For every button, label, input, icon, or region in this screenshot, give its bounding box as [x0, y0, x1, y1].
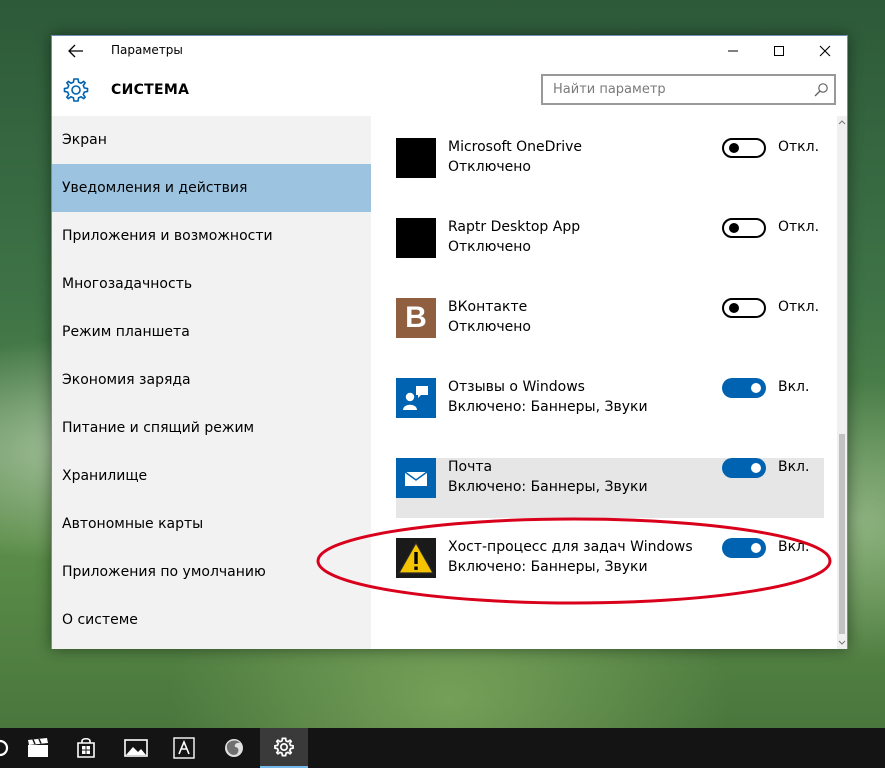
- arrow-left-icon: [68, 44, 83, 58]
- warning-icon: [396, 538, 436, 578]
- app-name: Хост-процесс для задач Windows: [448, 539, 693, 555]
- app-status: Включено: Баннеры, Звуки: [448, 399, 648, 415]
- mail-icon: [396, 458, 436, 498]
- sidebar-item-battery-saver[interactable]: Экономия заряда: [52, 356, 371, 404]
- app-name: ВКонтакте: [448, 299, 528, 315]
- notification-toggle[interactable]: [722, 458, 766, 478]
- sidebar-item-display[interactable]: Экран: [52, 116, 371, 164]
- scroll-down-button[interactable]: [837, 637, 847, 649]
- scrollbar[interactable]: [837, 116, 847, 649]
- toggle-label: Вкл.: [778, 379, 810, 395]
- toggle-label: Вкл.: [778, 539, 810, 555]
- toggle-label: Откл.: [778, 139, 820, 155]
- firefox-icon: [225, 739, 243, 757]
- cortana-circle-icon: [0, 739, 9, 757]
- toggle-label: Вкл.: [778, 459, 810, 475]
- sidebar-item-apps-features[interactable]: Приложения и возможности: [52, 212, 371, 260]
- list-item: Почта Включено: Баннеры, Звуки Вкл.: [396, 458, 824, 518]
- sidebar-item-about[interactable]: О системе: [52, 596, 371, 644]
- back-button[interactable]: [60, 38, 92, 64]
- store-icon: [77, 737, 95, 758]
- notification-toggle[interactable]: [722, 298, 766, 318]
- search-input[interactable]: [543, 76, 793, 103]
- toggle-knob: [729, 223, 739, 233]
- window-title: Параметры: [111, 43, 183, 57]
- settings-window: Параметры СИСТЕМА Экран Уведомле: [51, 35, 848, 649]
- app-status: Отключено: [448, 159, 531, 175]
- settings-header: СИСТЕМА: [52, 66, 847, 116]
- app-status: Включено: Баннеры, Звуки: [448, 479, 648, 495]
- notification-toggle[interactable]: [722, 218, 766, 238]
- sidebar-item-storage[interactable]: Хранилище: [52, 452, 371, 500]
- close-button[interactable]: [802, 36, 848, 66]
- search-icon[interactable]: [813, 82, 829, 98]
- sidebar-item-notifications[interactable]: Уведомления и действия: [52, 164, 371, 212]
- toggle-knob: [751, 383, 761, 393]
- minimize-icon: [728, 50, 738, 52]
- warning-triangle-icon: [397, 541, 435, 574]
- toggle-knob: [751, 463, 761, 473]
- black-square-icon: [396, 138, 436, 178]
- app-name: Почта: [448, 459, 493, 475]
- app-name: Отзывы о Windows: [448, 379, 585, 395]
- notification-toggle[interactable]: [722, 138, 766, 158]
- envelope-icon: [404, 471, 428, 486]
- toggle-label: Откл.: [778, 219, 820, 235]
- photos-icon: [124, 739, 148, 757]
- movies-icon: [28, 738, 48, 757]
- firefox-app-button[interactable]: [210, 728, 258, 768]
- list-item: Хост-процесс для задач Windows Включено:…: [396, 538, 824, 598]
- search-box[interactable]: [541, 74, 836, 105]
- app-name: Microsoft OneDrive: [448, 139, 582, 155]
- toggle-knob: [729, 303, 739, 313]
- gear-icon: [63, 78, 89, 102]
- minimize-button[interactable]: [710, 36, 756, 66]
- title-bar: Параметры: [52, 36, 847, 66]
- sidebar-item-multitasking[interactable]: Многозадачность: [52, 260, 371, 308]
- app-status: Отключено: [448, 239, 531, 255]
- app-status: Включено: Баннеры, Звуки: [448, 559, 648, 575]
- notification-toggle[interactable]: [722, 378, 766, 398]
- scroll-up-button[interactable]: [837, 116, 847, 128]
- store-app-button[interactable]: [62, 728, 110, 768]
- feedback-glyph-icon: [403, 386, 428, 410]
- taskbar: [0, 728, 885, 768]
- page-title: СИСТЕМА: [111, 82, 190, 98]
- photos-app-button[interactable]: [112, 728, 160, 768]
- toggle-label: Откл.: [778, 299, 820, 315]
- app-name: Raptr Desktop App: [448, 219, 581, 235]
- list-item: B ВКонтакте Отключено Откл.: [396, 298, 824, 358]
- notifications-content: Microsoft OneDrive Отключено Откл. Raptr…: [371, 116, 847, 649]
- vk-glyph: B: [405, 301, 427, 334]
- list-item: Microsoft OneDrive Отключено Откл.: [396, 138, 824, 198]
- list-item: Отзывы о Windows Включено: Баннеры, Звук…: [396, 378, 824, 438]
- sidebar-item-power-sleep[interactable]: Питание и спящий режим: [52, 404, 371, 452]
- fonts-app-button[interactable]: [160, 728, 208, 768]
- sidebar-item-offline-maps[interactable]: Автономные карты: [52, 500, 371, 548]
- chevron-down-icon: [838, 640, 846, 645]
- chevron-up-icon: [838, 120, 846, 125]
- maximize-icon: [774, 46, 784, 56]
- maximize-button[interactable]: [756, 36, 802, 66]
- toggle-knob: [751, 543, 761, 553]
- movies-app-button[interactable]: [14, 728, 62, 768]
- app-status: Отключено: [448, 319, 531, 335]
- toggle-knob: [729, 143, 739, 153]
- scrollbar-thumb[interactable]: [839, 434, 845, 634]
- notification-toggle[interactable]: [722, 538, 766, 558]
- sidebar-item-tablet-mode[interactable]: Режим планшета: [52, 308, 371, 356]
- vk-letter-b-icon: B: [396, 298, 436, 338]
- close-icon: [819, 45, 831, 57]
- black-square-icon: [396, 218, 436, 258]
- settings-icon: [274, 737, 294, 757]
- sidebar: Экран Уведомления и действия Приложения …: [52, 116, 371, 649]
- feedback-icon: [396, 378, 436, 418]
- fonts-icon: [173, 737, 195, 759]
- sidebar-item-default-apps[interactable]: Приложения по умолчанию: [52, 548, 371, 596]
- settings-app-button[interactable]: [260, 728, 308, 768]
- list-item: Raptr Desktop App Отключено Откл.: [396, 218, 824, 278]
